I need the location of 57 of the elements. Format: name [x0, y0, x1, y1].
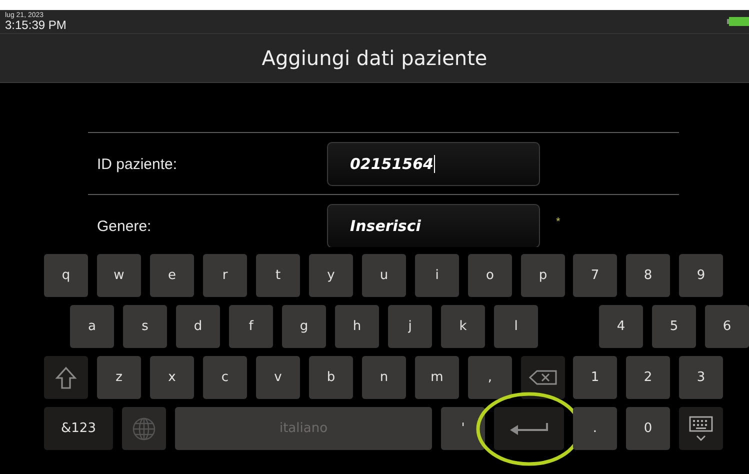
key[interactable]: b: [309, 356, 353, 399]
key[interactable]: 9: [679, 254, 723, 297]
battery-icon: [727, 17, 749, 26]
required-mark: *: [556, 216, 560, 228]
key[interactable]: d: [176, 305, 220, 348]
key[interactable]: .: [573, 407, 617, 450]
key[interactable]: 7: [573, 254, 617, 297]
input-field[interactable]: Inserisci: [327, 204, 540, 247]
key[interactable]: n: [362, 356, 406, 399]
key[interactable]: i: [415, 254, 459, 297]
key[interactable]: j: [388, 305, 432, 348]
key[interactable]: 5: [652, 305, 696, 348]
key[interactable]: p: [521, 254, 565, 297]
key[interactable]: a: [70, 305, 114, 348]
globe-icon: [132, 416, 156, 440]
enter-icon: [510, 422, 548, 436]
keyboard-icon: [689, 416, 713, 442]
key[interactable]: x: [150, 356, 194, 399]
key[interactable]: m: [415, 356, 459, 399]
key[interactable]: z: [97, 356, 141, 399]
key[interactable]: 3: [679, 356, 723, 399]
symbols-key[interactable]: &123: [44, 407, 113, 450]
key[interactable]: 4: [599, 305, 643, 348]
key[interactable]: e: [150, 254, 194, 297]
key[interactable]: 8: [626, 254, 670, 297]
key[interactable]: c: [203, 356, 247, 399]
shift-key[interactable]: [44, 356, 88, 399]
key[interactable]: q: [44, 254, 88, 297]
field-label: Genere:: [96, 218, 152, 235]
key[interactable]: l: [494, 305, 538, 348]
key[interactable]: w: [97, 254, 141, 297]
time-text: 3:15:39 PM: [5, 19, 66, 31]
key[interactable]: u: [362, 254, 406, 297]
key[interactable]: 6: [705, 305, 749, 348]
key[interactable]: v: [256, 356, 300, 399]
key[interactable]: 1: [573, 356, 617, 399]
backspace-key[interactable]: [521, 356, 565, 399]
field-label: ID paziente:: [96, 156, 178, 173]
key[interactable]: f: [229, 305, 273, 348]
key[interactable]: ': [441, 407, 485, 450]
key[interactable]: h: [335, 305, 379, 348]
key[interactable]: o: [468, 254, 512, 297]
page-title: Aggiungi dati paziente: [262, 46, 488, 70]
key[interactable]: r: [203, 254, 247, 297]
key[interactable]: y: [309, 254, 353, 297]
key[interactable]: 0: [626, 407, 670, 450]
key[interactable]: ,: [468, 356, 512, 399]
key[interactable]: 2: [626, 356, 670, 399]
shift-icon: [55, 366, 77, 390]
key[interactable]: g: [282, 305, 326, 348]
key[interactable]: k: [441, 305, 485, 348]
key[interactable]: s: [123, 305, 167, 348]
input-field[interactable]: 02151564: [327, 142, 540, 186]
enter-key[interactable]: [494, 407, 564, 450]
key[interactable]: t: [256, 254, 300, 297]
backspace-icon: [529, 370, 557, 385]
hide-keyboard-key[interactable]: [679, 407, 723, 450]
